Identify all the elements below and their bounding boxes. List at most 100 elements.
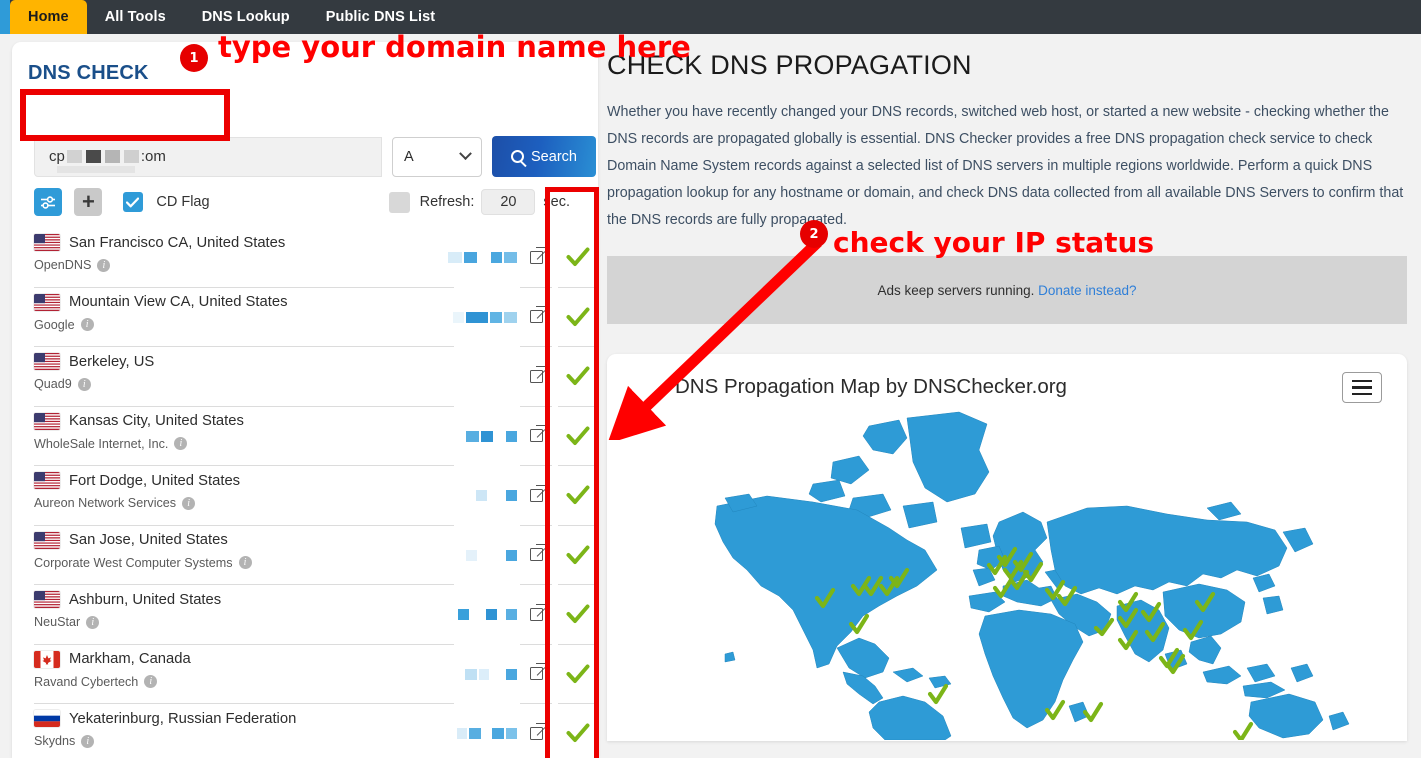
ip-redaction-block bbox=[506, 668, 517, 680]
info-icon[interactable]: i bbox=[238, 556, 252, 569]
ip-result-column bbox=[442, 645, 517, 705]
dns-server-row[interactable]: Berkeley, US Quad9 i bbox=[12, 347, 598, 407]
server-info: Kansas City, United States WholeSale Inte… bbox=[34, 407, 454, 466]
dns-server-row[interactable]: San Jose, United States Corporate West Co… bbox=[12, 526, 598, 585]
info-icon[interactable]: i bbox=[182, 496, 196, 510]
ip-redaction-block bbox=[448, 252, 462, 264]
cd-flag-checkbox[interactable] bbox=[122, 192, 143, 212]
donate-link[interactable]: Donate instead? bbox=[1038, 283, 1136, 298]
check-icon bbox=[566, 664, 590, 683]
controls-row: + CD Flag Refresh: 20 sec. bbox=[34, 188, 582, 216]
external-link-cell[interactable] bbox=[520, 704, 552, 758]
refresh-checkbox[interactable] bbox=[388, 191, 410, 213]
dns-server-row[interactable]: Yekaterinburg, Russian Federation Skydns i bbox=[12, 704, 598, 758]
dns-server-row[interactable]: Kansas City, United States WholeSale Inte… bbox=[12, 407, 598, 466]
external-link-cell[interactable] bbox=[520, 585, 552, 645]
ip-redaction-block bbox=[491, 252, 502, 264]
ip-redaction-block bbox=[504, 311, 517, 323]
flag-icon-us bbox=[34, 472, 60, 489]
dns-server-row[interactable]: Fort Dodge, United States Aureon Network … bbox=[12, 466, 598, 526]
sliders-icon[interactable] bbox=[34, 188, 62, 216]
info-icon[interactable]: i bbox=[97, 258, 111, 272]
server-location-label: Berkeley, US bbox=[69, 353, 155, 370]
external-link-icon bbox=[529, 306, 546, 324]
dns-server-row[interactable]: Markham, Canada Ravand Cybertech i bbox=[12, 645, 598, 705]
nav-items: Home All Tools DNS Lookup Public DNS Lis… bbox=[10, 0, 453, 34]
info-icon[interactable]: i bbox=[174, 437, 188, 450]
flag-icon-us bbox=[34, 591, 60, 608]
server-location: San Jose, United States bbox=[34, 526, 454, 549]
check-icon bbox=[126, 197, 140, 207]
info-icon[interactable]: i bbox=[77, 377, 91, 391]
external-link-cell[interactable] bbox=[520, 228, 552, 288]
flag-icon-us bbox=[34, 531, 60, 549]
domain-suffix: :om bbox=[140, 148, 166, 165]
server-provider: Corporate West Computer Systems i bbox=[34, 556, 454, 570]
ip-redaction-block bbox=[466, 430, 479, 442]
info-icon[interactable]: i bbox=[81, 734, 95, 748]
world-map[interactable] bbox=[607, 410, 1407, 740]
page-title: CHECK DNS PROPAGATION bbox=[607, 50, 972, 80]
refresh-seconds-input[interactable]: 20 bbox=[481, 189, 536, 215]
ip-redaction-block bbox=[491, 668, 504, 680]
nav-item-dns-lookup[interactable]: DNS Lookup bbox=[184, 0, 308, 34]
nav-item-all-tools[interactable]: All Tools bbox=[87, 0, 184, 34]
ip-redaction-block bbox=[495, 430, 504, 442]
server-location-label: Mountain View CA, United States bbox=[69, 294, 288, 310]
dns-server-row[interactable]: Ashburn, United States NeuStar i bbox=[12, 585, 598, 645]
external-link-cell[interactable] bbox=[520, 526, 552, 585]
flag-icon-us bbox=[34, 353, 60, 370]
record-type-select[interactable]: A bbox=[392, 136, 482, 177]
server-info: Markham, Canada Ravand Cybertech i bbox=[34, 645, 454, 704]
external-link-cell[interactable] bbox=[520, 288, 552, 347]
status-cell bbox=[558, 347, 598, 407]
dns-server-row[interactable]: San Francisco CA, United States OpenDNS i bbox=[12, 228, 598, 288]
server-info: San Francisco CA, United States OpenDNS i bbox=[34, 228, 454, 288]
nav-item-public-dns-list[interactable]: Public DNS List bbox=[308, 0, 453, 34]
domain-prefix: cp bbox=[49, 148, 65, 165]
refresh-unit: sec. bbox=[543, 194, 570, 210]
ip-redaction-block bbox=[486, 609, 497, 621]
ip-redaction-block bbox=[504, 252, 517, 264]
ip-redaction-block bbox=[506, 430, 517, 442]
server-location: Berkeley, US bbox=[34, 347, 454, 370]
domain-input[interactable]: cp :om bbox=[34, 136, 382, 177]
nav-left-accent-strip bbox=[0, 0, 10, 34]
info-icon[interactable]: i bbox=[144, 675, 158, 688]
flag-icon-ca bbox=[34, 650, 60, 668]
ip-redaction-block bbox=[499, 609, 504, 621]
flag-icon-us bbox=[34, 234, 60, 251]
external-link-cell[interactable] bbox=[520, 466, 552, 526]
server-provider-label: Ravand Cybertech bbox=[34, 674, 139, 689]
ip-redaction-block bbox=[479, 549, 504, 561]
server-location-label: Ashburn, United States bbox=[69, 591, 222, 608]
annotation-badge-2: 2 bbox=[800, 220, 828, 248]
search-button[interactable]: Search bbox=[492, 136, 596, 177]
external-link-cell[interactable] bbox=[520, 407, 552, 466]
refresh-controls: Refresh: 20 sec. bbox=[388, 189, 570, 215]
server-provider: Aureon Network Services i bbox=[34, 496, 454, 510]
external-link-icon bbox=[529, 663, 546, 681]
plus-icon[interactable]: + bbox=[74, 188, 103, 216]
check-icon bbox=[566, 485, 590, 505]
ip-redaction-block bbox=[479, 668, 489, 680]
external-link-cell[interactable] bbox=[520, 347, 552, 407]
server-location: Markham, Canada bbox=[34, 645, 454, 668]
cd-flag-label: CD Flag bbox=[156, 194, 210, 210]
check-icon bbox=[566, 545, 590, 564]
dns-server-row[interactable]: Mountain View CA, United States Google i bbox=[12, 288, 598, 347]
server-provider-label: Skydns bbox=[34, 734, 76, 748]
server-location-label: San Francisco CA, United States bbox=[69, 234, 286, 251]
hamburger-icon[interactable] bbox=[1342, 372, 1382, 403]
hamburger-bar bbox=[1352, 392, 1372, 395]
nav-label-home: Home bbox=[28, 9, 69, 25]
info-icon[interactable]: i bbox=[80, 318, 94, 331]
external-link-cell[interactable] bbox=[520, 645, 552, 704]
ip-redaction-block bbox=[476, 490, 487, 502]
nav-item-home[interactable]: Home bbox=[10, 0, 87, 34]
redaction-block bbox=[104, 150, 120, 163]
ip-result-column bbox=[442, 228, 517, 288]
info-icon[interactable]: i bbox=[86, 615, 100, 629]
ip-redaction-block bbox=[469, 728, 481, 740]
ip-redaction-block bbox=[506, 609, 517, 621]
